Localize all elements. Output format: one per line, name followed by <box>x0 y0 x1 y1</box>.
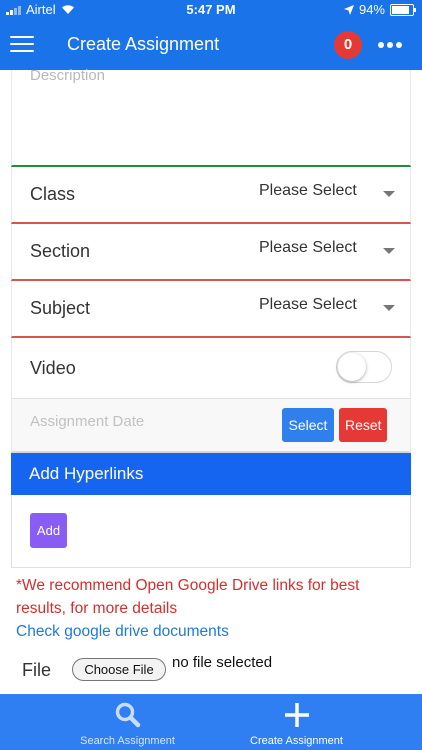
select-date-button[interactable]: Select <box>282 408 334 442</box>
toggle-knob <box>338 353 366 381</box>
tab-search-label: Search Assignment <box>80 735 175 747</box>
file-label: File <box>22 660 52 680</box>
assignment-date-field[interactable]: Assignment Date <box>30 413 144 430</box>
hamburger-menu-icon[interactable] <box>10 36 34 54</box>
tab-search-assignment[interactable]: Search Assignment <box>60 694 195 750</box>
assignment-form: Description Class Please Select Section … <box>11 67 411 693</box>
video-toggle[interactable] <box>336 351 392 383</box>
description-field[interactable]: Description <box>11 67 411 167</box>
choose-file-button[interactable]: Choose File <box>72 658 166 681</box>
drive-docs-link[interactable]: Check google drive documents <box>16 620 406 643</box>
section-select-row[interactable]: Section Please Select <box>11 224 411 281</box>
bottom-tab-bar: Search Assignment Create Assignment <box>0 694 422 750</box>
video-row: Video <box>11 338 411 399</box>
subject-label: Subject <box>30 298 91 318</box>
more-options-icon[interactable] <box>378 42 402 48</box>
status-bar: Airtel 5:47 PM 94% <box>0 0 422 20</box>
subject-select-row[interactable]: Subject Please Select <box>11 281 411 338</box>
class-label: Class <box>30 184 76 204</box>
notification-badge[interactable]: 0 <box>334 31 362 59</box>
tab-create-label: Create Assignment <box>250 735 343 747</box>
video-label: Video <box>30 358 76 378</box>
hyperlinks-panel: Add <box>11 495 411 568</box>
subject-select[interactable]: Please Select <box>259 296 357 314</box>
battery-icon <box>390 3 416 16</box>
description-placeholder: Description <box>30 67 106 84</box>
search-icon <box>115 702 140 728</box>
class-select-row[interactable]: Class Please Select <box>11 167 411 224</box>
chevron-down-icon <box>383 248 395 254</box>
reset-date-button[interactable]: Reset <box>339 408 387 442</box>
app-bar: Create Assignment 0 <box>0 20 422 70</box>
location-arrow-icon <box>343 4 354 15</box>
chevron-down-icon <box>383 305 395 311</box>
tab-create-assignment[interactable]: Create Assignment <box>230 694 363 750</box>
chevron-down-icon <box>383 191 395 197</box>
hyperlinks-header: Add Hyperlinks <box>11 453 411 495</box>
section-select[interactable]: Please Select <box>259 239 357 257</box>
class-select[interactable]: Please Select <box>259 182 357 200</box>
file-row: File Choose File no file selected <box>11 643 411 693</box>
drive-note: *We recommend Open Google Drive links fo… <box>11 568 411 643</box>
section-label: Section <box>30 241 91 261</box>
drive-warning-text: *We recommend Open Google Drive links fo… <box>16 577 360 617</box>
page-title: Create Assignment <box>67 34 220 54</box>
battery-percent: 94% <box>358 2 385 17</box>
file-status: no file selected <box>172 654 273 671</box>
assignment-date-row: Assignment Date Select Reset <box>11 399 411 453</box>
plus-icon <box>284 703 309 727</box>
add-hyperlink-button[interactable]: Add <box>30 513 67 548</box>
